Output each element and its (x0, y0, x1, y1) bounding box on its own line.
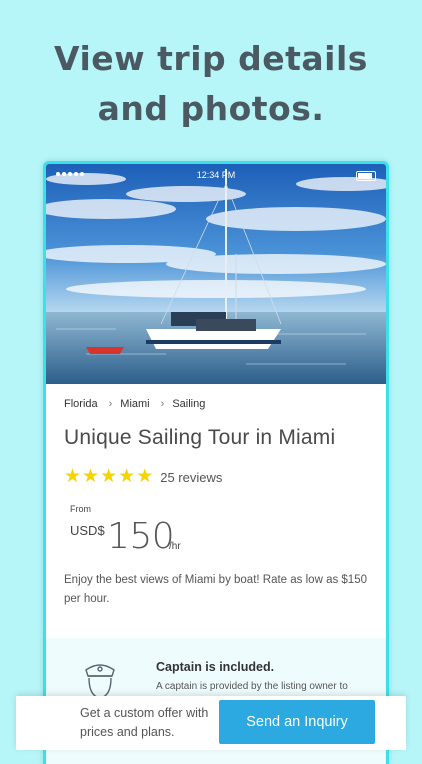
listing-description: Enjoy the best views of Miami by boat! R… (64, 574, 367, 605)
price-from-label: From (70, 504, 91, 514)
custom-offer-text: Get a custom offer with prices and plans… (80, 706, 209, 739)
phone-frame: 12:34 PM Florida › Miami › Sailing Uniqu… (43, 161, 389, 764)
captain-title: Captain is included. (156, 660, 275, 674)
bottom-action-bar: Get a custom offer with prices and plans… (16, 696, 406, 750)
breadcrumb-item-florida[interactable]: Florida (64, 398, 98, 410)
captain-text: A captain is provided by the listing own… (156, 681, 348, 692)
breadcrumb: Florida › Miami › Sailing (64, 397, 205, 411)
headline-line-1: View trip details (54, 39, 368, 78)
listing-title: Unique Sailing Tour in Miami (64, 426, 336, 449)
price-unit: /hr (169, 541, 181, 552)
status-time: 12:34 PM (196, 170, 236, 180)
chevron-right-icon: › (108, 398, 113, 410)
send-inquiry-button[interactable]: Send an Inquiry (219, 700, 375, 744)
status-bar: 12:34 PM (46, 170, 386, 184)
price-amount: 150 (107, 516, 175, 557)
price-currency: USD$ (70, 523, 105, 538)
headline: View trip details and photos. (0, 34, 422, 134)
star-icon: ★ (118, 466, 136, 487)
breadcrumb-item-sailing[interactable]: Sailing (172, 398, 205, 410)
star-icon: ★ (136, 466, 154, 487)
hero-photo[interactable]: 12:34 PM (46, 164, 386, 384)
rating[interactable]: ★ ★ ★ ★ ★ 25 reviews (64, 467, 222, 487)
reviews-link[interactable]: 25 reviews (160, 470, 222, 485)
battery-icon (356, 171, 376, 181)
star-icon: ★ (64, 466, 82, 487)
chevron-right-icon: › (160, 398, 165, 410)
sailboat-photo (46, 164, 386, 384)
headline-line-2: and photos. (97, 89, 325, 128)
breadcrumb-item-miami[interactable]: Miami (120, 398, 149, 410)
star-icon: ★ (82, 466, 100, 487)
star-icon: ★ (100, 466, 118, 487)
